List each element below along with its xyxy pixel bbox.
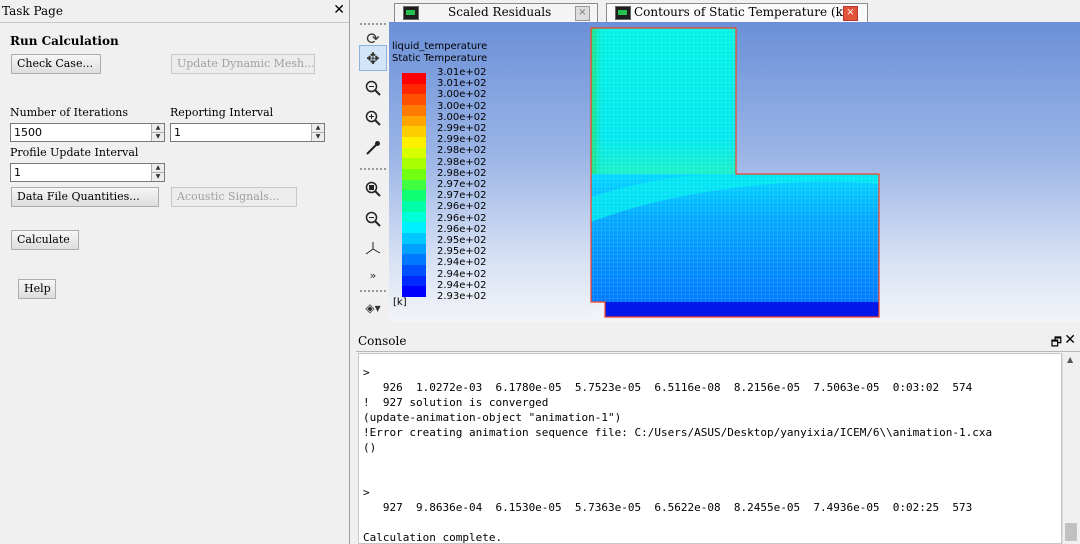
legend-level-label: 2.98e+02 [437,156,487,168]
graphics-window-icon [615,6,631,20]
close-tab-icon[interactable]: × [843,6,858,21]
graphics-window-icon [403,6,419,20]
console-line: Calculation complete. [363,531,503,544]
zoom-out-icon[interactable] [359,206,387,232]
tab-contours-static-temperature[interactable]: Contours of Static Temperature (k) × [606,3,868,22]
run-calculation-heading: Run Calculation [10,34,119,48]
acoustic-signals-button[interactable]: Acoustic Signals... [171,187,297,207]
spin-up-icon[interactable]: ▲ [312,124,324,133]
legend-level-label: 2.98e+02 [437,167,487,179]
toolbar-separator [360,168,386,170]
probe-icon[interactable] [359,135,387,161]
tab-label: Scaled Residuals [448,5,552,19]
console-line: () [363,441,377,454]
console-line: !Error creating animation sequence file:… [363,426,993,439]
graphics-viewport[interactable]: liquid_temperature Static Temperature [k… [389,22,1080,322]
profile-update-value: 1 [14,166,21,179]
reporting-interval-stepper[interactable]: ▲ ▼ [311,124,324,141]
console-header: Console 🗗 ✕ [356,331,1080,352]
legend-level-label: 3.00e+02 [437,89,487,101]
update-dynamic-mesh-button[interactable]: Update Dynamic Mesh... [171,54,315,74]
iterations-value: 1500 [14,126,42,139]
graphics-toolbar: ⟳ ✥ » ◈▾ [356,22,389,322]
temperature-contour-plot [590,27,880,318]
console-line: ! 927 solution is converged [363,396,549,409]
task-page-header: Task Page ✕ [0,0,349,23]
zoom-fit-icon[interactable] [359,75,387,101]
more-icon[interactable]: » [359,263,387,289]
data-file-quantities-button[interactable]: Data File Quantities... [11,187,159,207]
legend-level-label: 2.97e+02 [437,179,487,190]
toolbar-separator [360,23,386,25]
profile-update-stepper[interactable]: ▲ ▼ [151,164,164,181]
console-line: > [363,486,370,499]
console-line: 926 1.0272e-03 6.1780e-05 5.7523e-05 6.5… [363,381,973,394]
reporting-interval-value: 1 [174,126,181,139]
close-icon[interactable]: ✕ [1064,332,1076,348]
legend-level-label: 2.94e+02 [437,257,487,269]
spin-down-icon[interactable]: ▼ [312,133,324,141]
legend-level-label: 3.01e+02 [437,67,487,78]
close-tab-icon[interactable]: × [575,6,590,21]
view-options-icon[interactable]: ◈▾ [359,295,387,321]
profile-update-label: Profile Update Interval [10,146,139,159]
console-title: Console [358,334,407,348]
reporting-interval-input[interactable]: 1 ▲ ▼ [170,123,325,142]
legend-level-label: 2.95e+02 [437,246,487,258]
mesh-overlay [591,28,879,317]
legend-level-label: 3.00e+02 [437,100,487,112]
legend-level-label: 2.95e+02 [437,235,487,246]
legend-level-label: 2.99e+02 [437,134,487,146]
iterations-label: Number of Iterations [10,106,129,119]
restore-icon[interactable]: 🗗 [1051,333,1062,354]
scroll-up-icon[interactable]: ▲ [1067,355,1073,364]
legend-level-label: 2.96e+02 [437,212,487,224]
legend-level-label: 2.94e+02 [437,279,487,291]
console-scrollbar[interactable]: ▲ [1062,353,1079,544]
legend-level-label: 3.00e+02 [437,111,487,123]
spin-down-icon[interactable]: ▼ [152,173,164,181]
legend-level-label: 2.98e+02 [437,145,487,157]
help-button[interactable]: Help [18,279,56,299]
console-line: 927 9.8636e-04 6.1530e-05 5.7363e-05 6.5… [363,501,973,514]
profile-update-input[interactable]: 1 ▲ ▼ [10,163,165,182]
zoom-in-icon[interactable] [359,105,387,131]
task-page-title: Task Page [2,4,63,18]
calculate-button[interactable]: Calculate [11,230,79,250]
axes-icon[interactable] [359,236,387,262]
console-panel: Console 🗗 ✕ > 926 1.0272e-03 6.1780e-05 … [356,331,1080,544]
spin-up-icon[interactable]: ▲ [152,164,164,173]
legend-level-label: 2.96e+02 [437,201,487,213]
toolbar-separator [360,290,386,292]
iterations-stepper[interactable]: ▲ ▼ [151,124,164,141]
console-line: (update-animation-object "animation-1") [363,411,622,424]
check-case-button[interactable]: Check Case... [11,54,101,74]
pan-icon[interactable]: ✥ [359,45,387,71]
spin-down-icon[interactable]: ▼ [152,133,164,141]
legend-level-label: 2.97e+02 [437,190,487,202]
legend-level-label: 3.01e+02 [437,78,487,90]
task-page-panel: Task Page ✕ Run Calculation Check Case..… [0,0,350,544]
console-output[interactable]: > 926 1.0272e-03 6.1780e-05 5.7523e-05 6… [358,353,1062,544]
console-line: > [363,366,370,379]
bottom-wall-region [605,302,879,317]
zoom-box-icon[interactable] [359,176,387,202]
tab-scaled-residuals[interactable]: Scaled Residuals × [394,3,598,22]
legend-level-label: 2.96e+02 [437,223,487,235]
reporting-interval-label: Reporting Interval [170,106,274,119]
legend-level-label: 2.94e+02 [437,268,487,280]
graphics-tab-bar: Scaled Residuals × Contours of Static Te… [356,0,1080,22]
iterations-input[interactable]: 1500 ▲ ▼ [10,123,165,142]
close-icon[interactable]: ✕ [333,2,345,18]
tab-label: Contours of Static Temperature (k) [634,5,848,19]
legend-level-label: 2.99e+02 [437,123,487,134]
spin-up-icon[interactable]: ▲ [152,124,164,133]
scroll-thumb[interactable] [1065,523,1077,541]
legend-level-label: 2.93e+02 [437,291,487,302]
